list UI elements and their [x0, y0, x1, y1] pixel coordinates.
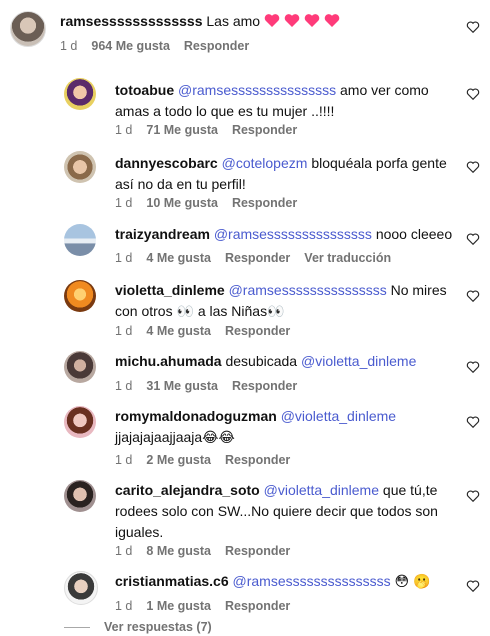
comment-username[interactable]: violetta_dinleme — [115, 282, 225, 298]
eyes-emoji: 👀 — [267, 303, 285, 319]
divider-line — [64, 627, 90, 629]
comment-text-2: a las Niñas — [197, 303, 268, 319]
mention-link[interactable]: @ramsesssssssssssssss — [229, 282, 387, 298]
avatar[interactable] — [64, 280, 96, 312]
like-count[interactable]: 2 Me gusta — [146, 453, 211, 467]
comment-username[interactable]: cristianmatias.c6 — [115, 573, 229, 589]
like-heart-icon[interactable] — [466, 360, 480, 374]
comment-time: 1 d — [115, 379, 133, 393]
like-count[interactable]: 31 Me gusta — [146, 379, 218, 393]
eyes-emoji: 👀 — [176, 303, 194, 319]
comment-time: 1 d — [115, 599, 133, 613]
like-heart-icon[interactable] — [466, 20, 480, 34]
mention-link[interactable]: @ramsesssssssssssssss — [178, 82, 336, 98]
like-heart-icon[interactable] — [466, 232, 480, 246]
like-heart-icon[interactable] — [466, 489, 480, 503]
like-count[interactable]: 4 Me gusta — [146, 324, 211, 338]
like-count[interactable]: 10 Me gusta — [146, 196, 218, 210]
mention-link[interactable]: @ramsesssssssssssssss — [233, 573, 391, 589]
comment-time: 1 d — [115, 453, 133, 467]
like-count[interactable]: 4 Me gusta — [146, 251, 211, 265]
comment-text: Las amo — [206, 13, 261, 29]
flushed-emoji: 😳 — [394, 573, 410, 589]
avatar[interactable] — [64, 151, 96, 183]
comment-username[interactable]: michu.ahumada — [115, 353, 222, 369]
comment-time: 1 d — [60, 39, 78, 53]
comment-username[interactable]: ramsesssssssssssss — [60, 13, 202, 29]
like-count[interactable]: 8 Me gusta — [146, 544, 211, 558]
comment-time: 1 d — [115, 324, 133, 338]
like-heart-icon[interactable] — [466, 87, 480, 101]
view-replies-button[interactable]: Ver respuestas (7) — [64, 620, 212, 634]
reply-button[interactable]: Responder — [232, 123, 297, 137]
comment-username[interactable]: dannyescobarc — [115, 155, 218, 171]
like-count[interactable]: 964 Me gusta — [91, 39, 170, 53]
comment-time: 1 d — [115, 196, 133, 210]
reply-button[interactable]: Responder — [225, 251, 290, 265]
reply-button[interactable]: Responder — [225, 544, 290, 558]
like-count[interactable]: 71 Me gusta — [146, 123, 218, 137]
mention-link[interactable]: @ramsesssssssssssssss — [214, 226, 372, 242]
reply-button[interactable]: Responder — [225, 599, 290, 613]
reply-button[interactable]: Responder — [232, 379, 297, 393]
comment-username[interactable]: romymaldonadoguzman — [115, 408, 277, 424]
avatar[interactable] — [64, 406, 96, 438]
reply-button[interactable]: Responder — [184, 39, 249, 53]
avatar[interactable] — [64, 224, 96, 256]
like-heart-icon[interactable] — [466, 579, 480, 593]
like-count[interactable]: 1 Me gusta — [146, 599, 211, 613]
like-heart-icon[interactable] — [466, 415, 480, 429]
comment-time: 1 d — [115, 123, 133, 137]
avatar[interactable] — [64, 480, 96, 512]
laughing-emoji: 😂😂 — [202, 429, 235, 445]
avatar[interactable] — [64, 351, 96, 383]
reply-button[interactable]: Responder — [232, 196, 297, 210]
like-heart-icon[interactable] — [466, 160, 480, 174]
heart-emojis — [264, 13, 340, 29]
comment-username[interactable]: traizyandream — [115, 226, 210, 242]
mention-link[interactable]: @violetta_dinleme — [264, 482, 379, 498]
hand-over-mouth-emoji: 🫢 — [413, 573, 431, 589]
comment-text: nooo cleeeo — [375, 226, 453, 242]
comment-time: 1 d — [115, 251, 133, 265]
mention-link[interactable]: @cotelopezm — [222, 155, 308, 171]
mention-link[interactable]: @violetta_dinleme — [301, 353, 416, 369]
view-replies-label[interactable]: Ver respuestas (7) — [104, 620, 212, 634]
reply-button[interactable]: Responder — [225, 453, 290, 467]
translate-button[interactable]: Ver traducción — [304, 251, 391, 265]
comment-text: jjajajajaajjaaja — [115, 429, 203, 445]
like-heart-icon[interactable] — [466, 289, 480, 303]
comment-username[interactable]: totoabue — [115, 82, 174, 98]
comment-text: desubicada — [225, 353, 298, 369]
reply-button[interactable]: Responder — [225, 324, 290, 338]
avatar[interactable] — [64, 571, 98, 605]
comment-username[interactable]: carito_alejandra_soto — [115, 482, 260, 498]
avatar[interactable] — [64, 78, 96, 110]
mention-link[interactable]: @violetta_dinleme — [281, 408, 396, 424]
avatar[interactable] — [10, 11, 46, 47]
comment-time: 1 d — [115, 544, 133, 558]
